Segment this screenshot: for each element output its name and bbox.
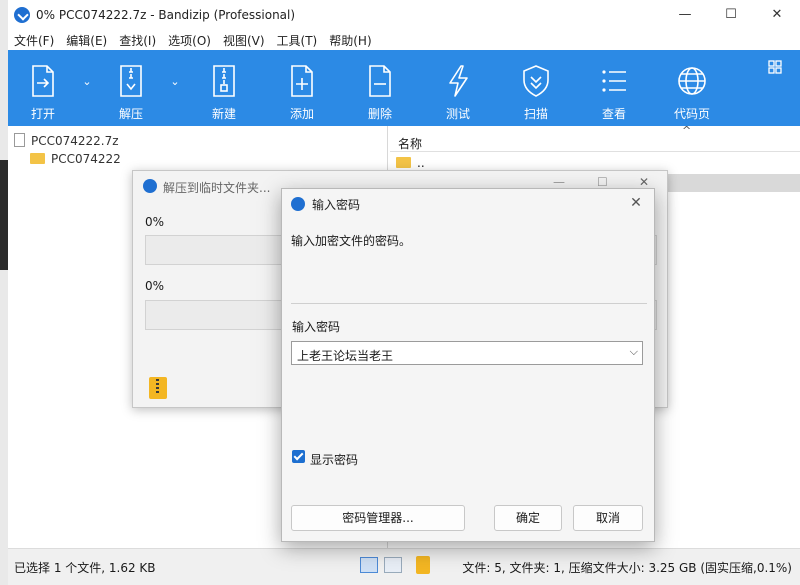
test-icon <box>449 65 468 97</box>
toolbar-codepage-button[interactable]: 代码页 <box>655 50 729 126</box>
cancel-button[interactable]: 取消 <box>573 505 643 531</box>
name-column-header[interactable]: 名称 ^ <box>390 124 800 152</box>
toolbar-test-button[interactable]: 测试 <box>421 50 495 126</box>
codepage-globe-icon <box>678 67 706 95</box>
scan-shield-icon <box>523 65 549 97</box>
toolbar-codepage-label: 代码页 <box>673 107 710 121</box>
minimize-button[interactable]: — <box>662 0 708 30</box>
selection-status: 已选择 1 个文件, 1.62 KB <box>14 561 156 575</box>
list-item-parent[interactable]: .. <box>396 156 425 170</box>
password-value: 上老王论坛当老王 <box>297 349 394 363</box>
extract-minimize-button[interactable]: — <box>553 175 565 189</box>
title-bar: 0% PCC074222.7z - Bandizip (Professional… <box>8 0 800 30</box>
toolbar-extract-button[interactable]: 解压 <box>94 50 168 126</box>
menu-find[interactable]: 查找(I) <box>113 30 162 49</box>
toolbar-view-button[interactable]: 查看 <box>577 50 651 126</box>
parent-folder-label: .. <box>417 156 425 170</box>
progress-1-percent: 0% <box>145 215 165 229</box>
password-dialog-title: 输入密码 <box>312 198 361 212</box>
new-archive-icon <box>213 65 235 97</box>
extract-dropdown-chevron-icon[interactable]: ⌄ <box>168 75 182 88</box>
show-password-checkbox[interactable] <box>292 450 305 463</box>
close-button[interactable]: ✕ <box>754 0 800 30</box>
menu-view[interactable]: 视图(V) <box>217 30 271 49</box>
toolbar-open-label: 打开 <box>30 107 55 121</box>
toolbar-open-button[interactable]: 打开 <box>6 50 80 126</box>
divider <box>291 303 647 304</box>
extract-dialog-title: 解压到临时文件夹... <box>163 181 271 195</box>
password-field-label: 输入密码 <box>292 320 341 334</box>
toolbar: 打开 ⌄ 解压 ⌄ 新建 添加 删除 测试 扫描 查看 代码页 <box>8 50 800 126</box>
maximize-button[interactable]: ☐ <box>708 0 754 30</box>
tree-item-folder[interactable]: PCC074222 <box>30 152 121 166</box>
bandizip-app-icon <box>14 7 30 23</box>
chevron-down-icon[interactable]: ⌵ <box>630 345 638 359</box>
dialog-app-icon <box>291 197 305 211</box>
add-icon <box>291 65 313 97</box>
toolbar-scan-button[interactable]: 扫描 <box>499 50 573 126</box>
thumbnail-view-icon[interactable] <box>384 557 402 573</box>
progress-2-percent: 0% <box>145 279 165 293</box>
open-dropdown-chevron-icon[interactable]: ⌄ <box>80 75 94 88</box>
toolbar-test-label: 测试 <box>445 107 470 121</box>
password-dialog-close-button[interactable]: ✕ <box>624 192 648 214</box>
sort-ascending-icon: ^ <box>682 124 692 137</box>
extract-close-button[interactable]: ✕ <box>639 175 649 189</box>
view-list-icon <box>602 70 626 92</box>
layout-grid-icon[interactable] <box>768 60 782 74</box>
menu-bar: 文件(F) 编辑(E) 查找(I) 选项(O) 视图(V) 工具(T) 帮助(H) <box>8 30 800 50</box>
toolbar-new-button[interactable]: 新建 <box>187 50 261 126</box>
folder-icon <box>30 153 45 164</box>
toolbar-extract-label: 解压 <box>118 107 143 121</box>
toolbar-scan-label: 扫描 <box>523 107 548 121</box>
tree-item-archive[interactable]: PCC074222.7z <box>14 133 119 148</box>
toolbar-new-label: 新建 <box>211 107 236 121</box>
window-title: 0% PCC074222.7z - Bandizip (Professional… <box>36 8 296 22</box>
menu-help[interactable]: 帮助(H) <box>323 30 377 49</box>
toolbar-delete-button[interactable]: 删除 <box>343 50 417 126</box>
toolbar-view-label: 查看 <box>601 107 626 121</box>
menu-tools[interactable]: 工具(T) <box>271 30 324 49</box>
menu-edit[interactable]: 编辑(E) <box>60 30 113 49</box>
toolbar-add-button[interactable]: 添加 <box>265 50 339 126</box>
show-password-label[interactable]: 显示密码 <box>310 451 358 468</box>
zip-folder-icon <box>149 377 167 399</box>
tree-folder-label: PCC074222 <box>51 152 121 166</box>
ok-button[interactable]: 确定 <box>494 505 562 531</box>
toolbar-delete-label: 删除 <box>367 107 392 121</box>
tree-archive-label: PCC074222.7z <box>31 134 119 148</box>
parent-folder-icon <box>396 157 411 168</box>
extract-icon <box>120 65 142 97</box>
archive-status-icon <box>416 556 430 574</box>
archive-file-icon <box>14 133 25 147</box>
status-bar: 已选择 1 个文件, 1.62 KB 文件: 5, 文件夹: 1, 压缩文件大小… <box>8 548 800 585</box>
details-view-icon[interactable] <box>360 557 378 573</box>
archive-summary-status: 文件: 5, 文件夹: 1, 压缩文件大小: 3.25 GB (固实压缩,0.1… <box>462 561 792 575</box>
menu-options[interactable]: 选项(O) <box>162 30 217 49</box>
password-input[interactable]: 上老王论坛当老王 ⌵ <box>291 341 643 365</box>
toolbar-add-label: 添加 <box>289 107 314 121</box>
dialog-app-icon <box>143 179 157 193</box>
open-archive-icon <box>32 65 54 97</box>
name-column-label: 名称 <box>398 137 423 151</box>
extract-maximize-button[interactable]: ☐ <box>597 175 608 189</box>
password-dialog: 输入密码 ✕ 输入加密文件的密码。 输入密码 上老王论坛当老王 ⌵ 显示密码 密… <box>281 188 655 542</box>
menu-file[interactable]: 文件(F) <box>8 30 60 49</box>
password-manager-button[interactable]: 密码管理器... <box>291 505 465 531</box>
password-prompt: 输入加密文件的密码。 <box>291 234 412 248</box>
delete-icon <box>369 65 391 97</box>
